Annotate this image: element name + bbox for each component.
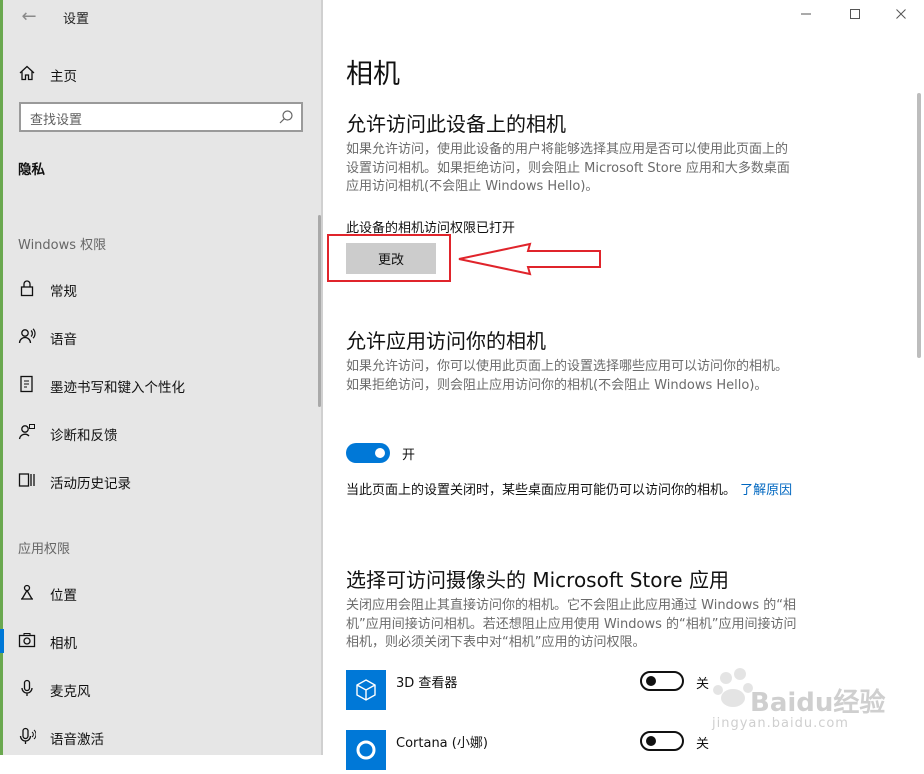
toggle-knob	[646, 736, 656, 746]
search-icon[interactable]	[278, 109, 294, 125]
search-placeholder: 查找设置	[30, 113, 83, 128]
back-arrow-icon[interactable]: ←	[17, 6, 41, 28]
cortana-icon	[346, 730, 386, 770]
sidebar-item-label: 相机	[50, 636, 77, 652]
annotation-arrow-icon	[458, 242, 601, 276]
sidebar-item-label: 主页	[50, 69, 77, 85]
microphone-icon	[17, 679, 37, 699]
home-icon	[17, 64, 37, 84]
maximize-icon[interactable]	[840, 6, 870, 26]
selection-indicator	[0, 629, 4, 653]
section-label-windows: Windows 权限	[18, 238, 107, 253]
category-title: 隐私	[18, 162, 45, 178]
app-access-description: 如果允许访问，你可以使用此页面上的设置选择哪些应用可以访问你的相机。如果拒绝访问…	[346, 359, 789, 393]
sidebar-item-label: 墨迹书写和键入个性化	[50, 380, 185, 396]
search-input[interactable]: 查找设置	[19, 102, 303, 132]
app-title: 设置	[63, 12, 90, 27]
app-name-3d-viewer: 3D 查看器	[396, 676, 458, 691]
sidebar-item-label: 常规	[50, 284, 77, 300]
sidebar-item-voice-activation[interactable]: 语音激活	[3, 721, 321, 753]
sidebar-item-label: 诊断和反馈	[50, 428, 118, 444]
annotation-highlight-box	[327, 234, 451, 282]
app-access-heading: 允许应用访问你的相机	[346, 329, 546, 353]
3d-viewer-toggle[interactable]	[640, 671, 684, 691]
app-name-cortana: Cortana (小娜)	[396, 736, 488, 751]
sidebar-item-speech[interactable]: 语音	[3, 321, 321, 353]
activity-icon	[17, 471, 37, 491]
sidebar-item-label: 麦克风	[50, 684, 91, 700]
sidebar-item-general[interactable]: 常规	[3, 273, 321, 305]
watermark-text: Baidu经验	[750, 688, 886, 718]
app-access-toggle-label: 开	[402, 448, 416, 463]
sidebar-item-label: 位置	[50, 588, 77, 604]
lock-icon	[17, 279, 37, 299]
voice-activation-icon	[17, 727, 37, 747]
sidebar-item-location[interactable]: 位置	[3, 577, 321, 609]
sidebar-item-label: 语音	[50, 332, 77, 348]
store-apps-description: 关闭应用会阻止其直接访问你的相机。它不会阻止此应用通过 Windows 的“相机…	[346, 598, 797, 650]
sidebar-item-microphone[interactable]: 麦克风	[3, 673, 321, 705]
app-access-toggle[interactable]	[346, 443, 390, 463]
cortana-toggle[interactable]	[640, 731, 684, 751]
sidebar-item-camera[interactable]: 相机	[0, 625, 321, 657]
store-apps-heading: 选择可访问摄像头的 Microsoft Store 应用	[346, 568, 729, 592]
feedback-icon	[17, 423, 37, 443]
sidebar: ← 设置 主页 查找设置 隐私 Windows 权限 常规 语音 墨迹书写和键入…	[0, 0, 321, 755]
page-title: 相机	[346, 59, 400, 90]
main-scrollbar[interactable]	[917, 93, 921, 358]
toggle-knob	[646, 676, 656, 686]
sidebar-item-label: 活动历史记录	[50, 476, 131, 492]
minimize-icon[interactable]	[791, 6, 821, 26]
desktop-apps-note: 当此页面上的设置关闭时，某些桌面应用可能仍可以访问你的相机。 了解原因	[346, 481, 801, 501]
sidebar-item-home[interactable]: 主页	[3, 58, 321, 88]
learn-why-link[interactable]: 了解原因	[740, 483, 792, 498]
sidebar-item-activity-history[interactable]: 活动历史记录	[3, 465, 321, 497]
section-label-apps: 应用权限	[18, 542, 71, 557]
inking-icon	[17, 375, 37, 395]
device-access-description: 如果允许访问，使用此设备的用户将能够选择其应用是否可以使用此页面上的设置访问相机…	[346, 142, 790, 194]
sidebar-item-label: 语音激活	[50, 732, 104, 748]
toggle-knob	[375, 448, 385, 458]
camera-icon	[17, 631, 37, 651]
close-icon[interactable]	[886, 6, 916, 26]
sidebar-item-inking[interactable]: 墨迹书写和键入个性化	[3, 369, 321, 401]
sidebar-item-feedback[interactable]: 诊断和反馈	[3, 417, 321, 449]
desktop-apps-note-text: 当此页面上的设置关闭时，某些桌面应用可能仍可以访问你的相机。	[346, 483, 737, 498]
pane-divider	[321, 0, 323, 755]
device-access-heading: 允许访问此设备上的相机	[346, 112, 566, 136]
cube-icon	[346, 670, 386, 710]
location-icon	[17, 583, 37, 603]
speech-icon	[17, 327, 37, 347]
watermark-url: jingyan.baidu.com	[712, 716, 849, 731]
